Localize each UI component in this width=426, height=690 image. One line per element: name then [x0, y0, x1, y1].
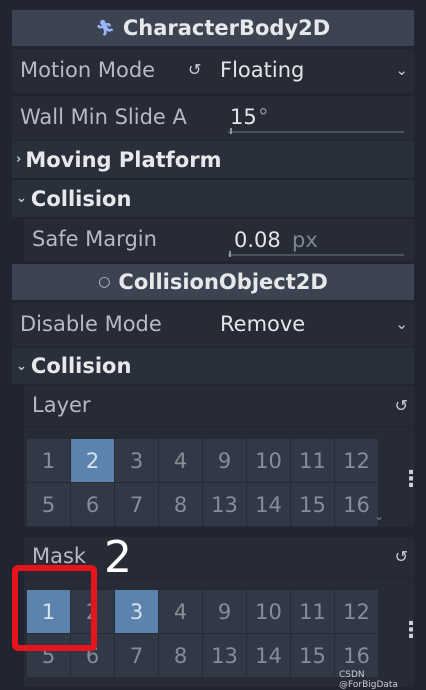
layer-grid-left: 1234 5678	[27, 439, 202, 526]
collision-object-collision-section[interactable]: ⌄ Collision	[12, 348, 414, 384]
chevron-down-icon: ⌄	[395, 315, 408, 333]
layer-bit-5[interactable]: 5	[27, 483, 70, 526]
watermark: CSDN @ForBigData	[339, 670, 398, 690]
collision-object-icon: ○	[98, 274, 111, 290]
mask-bit-4[interactable]: 4	[159, 590, 202, 633]
disable-mode-row: Disable Mode Remove ⌄	[12, 303, 414, 347]
reset-icon[interactable]: ↺	[188, 60, 201, 79]
mask-bit-11[interactable]: 11	[291, 590, 334, 633]
inspector-panel: { "character_body": { "header_icon": "ch…	[0, 0, 426, 690]
annotation-number: 2	[104, 532, 132, 583]
layer-bit-7[interactable]: 7	[115, 483, 158, 526]
mask-bit-15[interactable]: 15	[291, 634, 334, 677]
moving-platform-section[interactable]: › Moving Platform	[12, 141, 414, 178]
collisionobject2d-header: ○ CollisionObject2D	[12, 264, 414, 300]
motion-mode-value: Floating	[220, 58, 305, 82]
safe-margin-unit: px	[292, 228, 318, 252]
wall-min-slide-label: Wall Min Slide A	[20, 105, 187, 129]
mask-bit-9[interactable]: 9	[203, 590, 246, 633]
layer-bit-1[interactable]: 1	[27, 439, 70, 482]
spinbox-slider-grabber	[229, 251, 231, 257]
layer-bit-9[interactable]: 9	[203, 439, 246, 482]
layer-bit-4[interactable]: 4	[159, 439, 202, 482]
layer-bit-6[interactable]: 6	[71, 483, 114, 526]
collisionobject2d-title: CollisionObject2D	[118, 270, 328, 294]
disable-mode-value: Remove	[220, 312, 306, 336]
mask-bit-14[interactable]: 14	[247, 634, 290, 677]
disable-mode-dropdown[interactable]: Remove ⌄	[210, 305, 414, 345]
mask-bit-7[interactable]: 7	[115, 634, 158, 677]
more-options-icon[interactable]: ⋮	[400, 618, 422, 643]
motion-mode-row: Motion Mode ↺ Floating ⌄	[12, 49, 414, 93]
layer-bit-10[interactable]: 10	[247, 439, 290, 482]
wall-min-slide-unit: °	[258, 105, 269, 129]
collision-object-collision-label: Collision	[30, 354, 132, 378]
spinbox-slider-track	[228, 254, 404, 256]
motion-mode-label: Motion Mode	[20, 58, 156, 82]
collision-label: Collision	[30, 186, 132, 211]
collision-section[interactable]: ⌄ Collision	[12, 180, 414, 217]
mask-bit-3[interactable]: 3	[115, 590, 158, 633]
layer-bit-11[interactable]: 11	[291, 439, 334, 482]
layer-row: Layer ↺	[24, 386, 414, 426]
layer-bit-13[interactable]: 13	[203, 483, 246, 526]
annotation-highlight-box	[12, 565, 97, 651]
layer-bit-12[interactable]: 12	[335, 439, 378, 482]
motion-mode-dropdown[interactable]: Floating ⌄	[210, 51, 414, 91]
layer-bit-2[interactable]: 2	[71, 439, 114, 482]
chevron-down-icon: ⌄	[374, 509, 385, 523]
characterbody2d-title: CharacterBody2D	[122, 16, 331, 40]
safe-margin-value: 0.08	[234, 228, 281, 252]
moving-platform-label: Moving Platform	[25, 147, 222, 172]
character-body-icon: 🏃︎	[95, 19, 115, 37]
layer-grid-right: 9 10 11 12 13 14 15 16	[203, 439, 378, 526]
layer-bit-16[interactable]: 16	[335, 483, 378, 526]
layer-bit-15[interactable]: 15	[291, 483, 334, 526]
chevron-down-icon: ⌄	[395, 61, 408, 79]
layer-bit-8[interactable]: 8	[159, 483, 202, 526]
wall-min-slide-row: Wall Min Slide A 15 °	[12, 96, 414, 140]
disable-mode-label: Disable Mode	[20, 312, 162, 336]
safe-margin-label: Safe Margin	[32, 227, 157, 251]
layer-bit-14[interactable]: 14	[247, 483, 290, 526]
wall-min-slide-value: 15	[230, 105, 257, 129]
chevron-right-icon: ›	[16, 152, 22, 167]
characterbody2d-header: 🏃︎ CharacterBody2D	[12, 10, 414, 46]
reset-icon[interactable]: ↺	[395, 396, 408, 415]
safe-margin-spinbox[interactable]: 0.08 px	[224, 221, 406, 259]
spinbox-slider-grabber	[230, 128, 232, 134]
spinbox-slider-track	[228, 131, 404, 133]
mask-grid-right: 9 10 11 12 13 14 15 16	[203, 590, 378, 677]
mask-bit-12[interactable]: 12	[335, 590, 378, 633]
more-options-icon[interactable]: ⋮	[400, 467, 422, 492]
chevron-down-icon: ⌄	[16, 191, 27, 206]
layer-bit-3[interactable]: 3	[115, 439, 158, 482]
safe-margin-row: Safe Margin 0.08 px	[24, 219, 414, 261]
wall-min-slide-spinbox[interactable]: 15 °	[224, 98, 412, 138]
mask-bit-8[interactable]: 8	[159, 634, 202, 677]
mask-bit-10[interactable]: 10	[247, 590, 290, 633]
layer-label: Layer	[32, 393, 91, 417]
reset-icon[interactable]: ↺	[395, 547, 408, 566]
mask-bit-13[interactable]: 13	[203, 634, 246, 677]
chevron-down-icon: ⌄	[16, 358, 27, 374]
layer-grid-area: 12345678 9 10 11 12 13 14 15 16 ⋮ ⌄	[24, 427, 422, 527]
